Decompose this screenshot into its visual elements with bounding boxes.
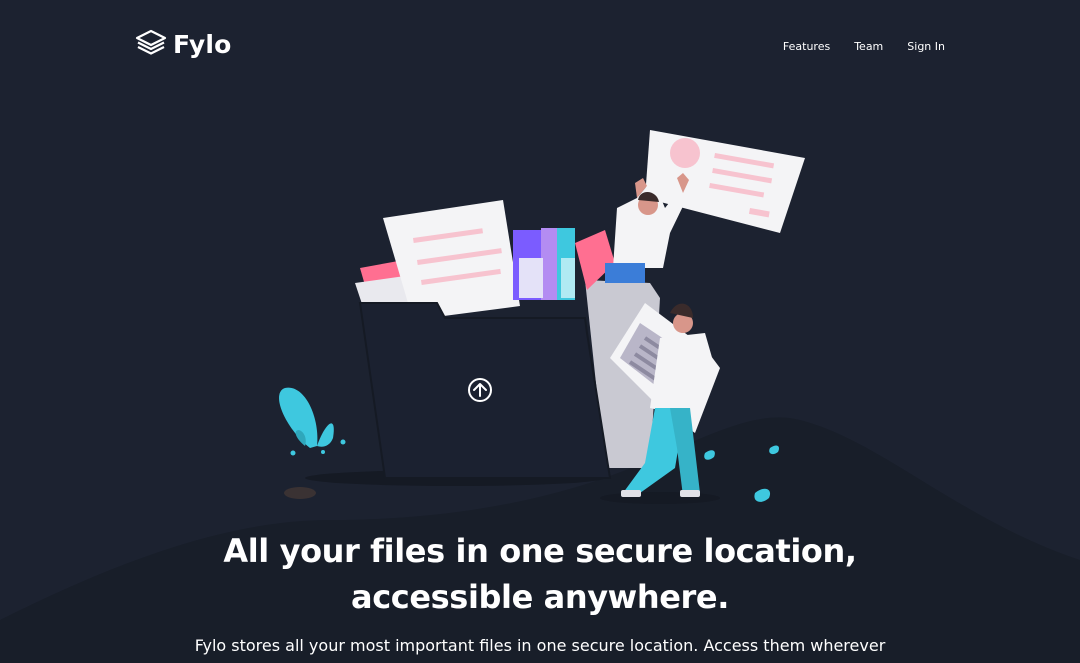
nav-link-team[interactable]: Team (854, 40, 883, 53)
nav-link-features[interactable]: Features (783, 40, 830, 53)
hero-title: All your files in one secure location, a… (223, 532, 857, 616)
brand-logo[interactable]: Fylo (135, 29, 232, 60)
site-header: Fylo Features Team Sign In (135, 28, 945, 60)
hero-subtitle: Fylo stores all your most important file… (194, 636, 886, 663)
nav-link-sign-in[interactable]: Sign In (907, 40, 945, 53)
stacked-layers-icon (135, 29, 167, 60)
person-holding-document (605, 130, 805, 283)
brand-name: Fylo (173, 29, 232, 59)
main-nav: Features Team Sign In (783, 40, 945, 53)
hero-illustration (279, 130, 805, 504)
